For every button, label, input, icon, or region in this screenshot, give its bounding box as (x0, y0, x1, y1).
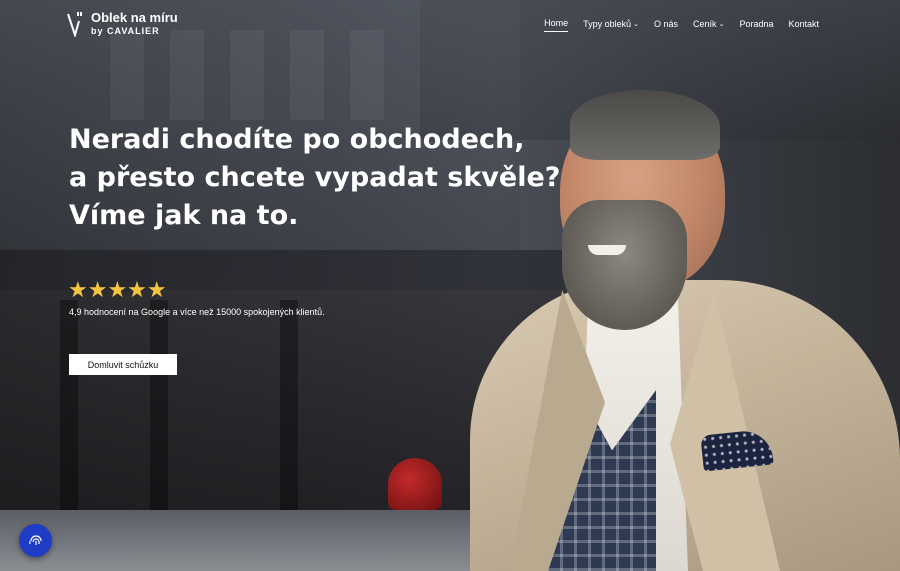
background-window (350, 30, 384, 120)
nav-item-o-nas[interactable]: O nás (654, 18, 678, 32)
background-pillar (60, 300, 78, 510)
headline-line: Víme jak na to. (69, 200, 299, 231)
nav-item-kontakt[interactable]: Kontakt (788, 18, 819, 32)
nav-item-label: Kontakt (788, 18, 819, 29)
nav-item-label: Ceník (693, 18, 717, 29)
book-appointment-button[interactable]: Domluvit schůzku (69, 354, 177, 375)
background-window (230, 30, 264, 120)
nav-item-label: O nás (654, 18, 679, 29)
headline-line: a přesto chcete vypadat skvěle? (69, 162, 561, 193)
hero-headline: Neradi chodíte po obchodech, a přesto ch… (69, 121, 589, 235)
headline-line: Neradi chodíte po obchodech, (69, 124, 525, 155)
nav-item-label: Typy obleků (583, 18, 632, 29)
main-nav: Home Typy obleků ⌄ O nás Ceník ⌄ Poradna… (544, 18, 819, 32)
logo-mark-icon (67, 11, 82, 37)
background-pillar (150, 300, 168, 510)
brand-name: Oblek na míru (91, 10, 178, 25)
man-smile (588, 245, 626, 255)
chevron-down-icon: ⌄ (633, 20, 640, 28)
background-window (170, 30, 204, 120)
background-window (110, 30, 144, 120)
fingerprint-icon (28, 534, 42, 545)
background-pillar (280, 300, 298, 510)
cookie-settings-button[interactable] (19, 524, 52, 557)
site-logo[interactable]: Oblek na míru by CAVALIER (67, 10, 178, 37)
rating-text: 4,9 hodnocení na Google a více než 15000… (69, 307, 325, 317)
nav-item-home[interactable]: Home (544, 18, 569, 32)
rating-stars-icon: ★★★★★ (68, 278, 167, 303)
nav-item-typy-obleku[interactable]: Typy obleků ⌄ (583, 18, 639, 32)
nav-item-cenik[interactable]: Ceník ⌄ (693, 18, 724, 32)
nav-item-label: Home (544, 18, 569, 28)
background-red-object (388, 458, 442, 510)
man-hair (570, 90, 720, 160)
nav-item-label: Poradna (739, 18, 774, 29)
nav-item-poradna[interactable]: Poradna (739, 18, 773, 32)
chevron-down-icon: ⌄ (718, 20, 725, 28)
background-window (290, 30, 324, 120)
logo-text: Oblek na míru by CAVALIER (91, 10, 178, 37)
brand-sub: by CAVALIER (91, 26, 160, 36)
